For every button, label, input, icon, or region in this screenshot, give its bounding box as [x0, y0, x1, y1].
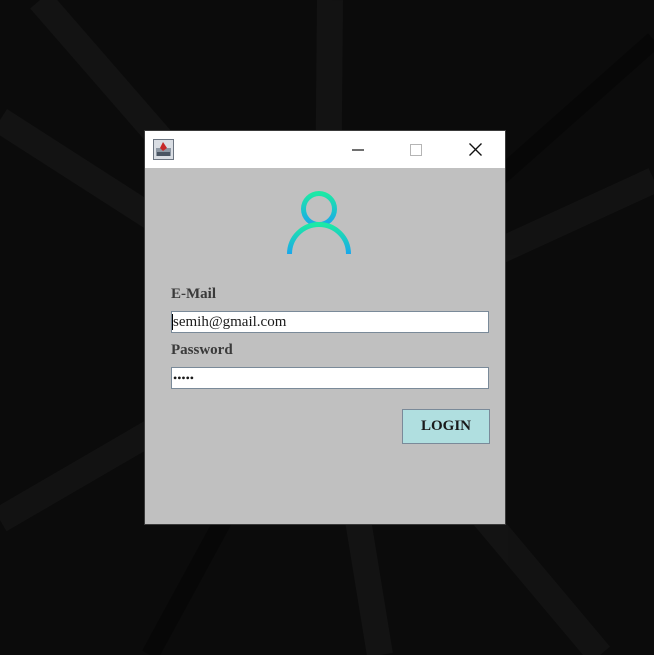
java-app-icon [153, 139, 174, 160]
password-label: Password [171, 342, 233, 358]
password-field[interactable] [171, 367, 489, 389]
close-button[interactable] [452, 131, 498, 168]
title-bar[interactable] [145, 131, 505, 168]
email-label: E-Mail [171, 286, 216, 302]
maximize-icon [410, 143, 422, 156]
minimize-button[interactable] [335, 131, 381, 168]
close-icon [468, 143, 482, 156]
login-window: E-Mail Password LOGIN [145, 131, 505, 524]
email-field[interactable] [171, 311, 489, 333]
login-button[interactable]: LOGIN [402, 409, 490, 444]
minimize-icon [352, 148, 364, 151]
user-icon [287, 191, 351, 255]
text-caret [172, 314, 173, 330]
maximize-button[interactable] [393, 131, 439, 168]
